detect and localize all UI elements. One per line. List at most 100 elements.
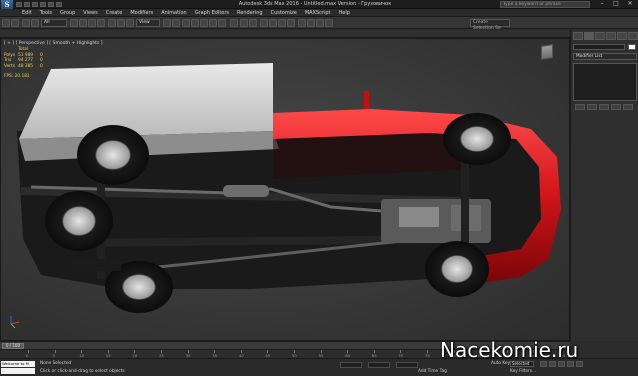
- utilities-tab-icon[interactable]: [628, 32, 638, 40]
- menu-item-tools[interactable]: Tools: [36, 9, 56, 17]
- redo-icon[interactable]: [48, 2, 54, 7]
- pivot-center-icon[interactable]: [163, 19, 171, 27]
- menu-item-customize[interactable]: Customize: [267, 9, 301, 17]
- redo-icon[interactable]: [11, 19, 19, 27]
- rotate-icon[interactable]: [117, 19, 125, 27]
- front-wheel-top: [443, 113, 511, 165]
- graphite-ribbon-icon[interactable]: [269, 19, 277, 27]
- snap-toggle-icon[interactable]: [191, 19, 199, 27]
- stats-extra: 0: [40, 63, 43, 69]
- show-end-result-icon[interactable]: [587, 104, 597, 110]
- hierarchy-tab-icon[interactable]: [595, 32, 605, 40]
- project-folder-icon[interactable]: [56, 2, 62, 7]
- modify-tab-icon[interactable]: [584, 32, 594, 40]
- named-selection-input[interactable]: Create Selection Se: [470, 19, 510, 31]
- pin-stack-icon[interactable]: [575, 104, 585, 110]
- object-color-swatch[interactable]: [628, 44, 636, 50]
- keyboard-shortcut-icon[interactable]: [182, 19, 190, 27]
- select-manipulate-icon[interactable]: [172, 19, 180, 27]
- stats-value: 48 385: [18, 63, 34, 69]
- menu-items: Edit Tools Group Views Create Modifiers Animat…: [18, 9, 354, 17]
- undo-icon[interactable]: [40, 2, 46, 7]
- configure-sets-icon[interactable]: [623, 104, 633, 110]
- schematic-view-icon[interactable]: [287, 19, 295, 27]
- main-toolbar: All View Create Selection Se: [0, 17, 638, 31]
- prompt-line: Click or click-and-drag to select object…: [40, 369, 125, 374]
- viewport-stats: Total Polys 51 989 0 Tris 94 277 0 Verts…: [4, 47, 43, 69]
- stats-key: Verts: [4, 63, 15, 69]
- front-wheel-bottom: [425, 241, 489, 297]
- percent-snap-icon[interactable]: [209, 19, 217, 27]
- z-coord-field[interactable]: [396, 362, 418, 368]
- unlink-icon[interactable]: [31, 19, 39, 27]
- open-file-icon[interactable]: [24, 2, 30, 7]
- render-setup-icon[interactable]: [307, 19, 315, 27]
- rendered-frame-icon[interactable]: [316, 19, 324, 27]
- cargo-box-top: [19, 63, 273, 139]
- new-file-icon[interactable]: [16, 2, 22, 7]
- link-icon[interactable]: [22, 19, 30, 27]
- mirror-arm: [364, 91, 369, 109]
- modifier-stack[interactable]: [573, 63, 637, 101]
- select-by-name-icon[interactable]: [79, 19, 87, 27]
- search-input[interactable]: Type a keyword or phrase: [500, 1, 590, 8]
- spinner-snap-icon[interactable]: [218, 19, 226, 27]
- menu-item-maxscript[interactable]: MAXScript: [301, 9, 335, 17]
- create-tab-icon[interactable]: [573, 32, 583, 40]
- app-logo-icon[interactable]: S: [1, 0, 13, 9]
- fps-label: FPS:: [4, 74, 14, 79]
- menu-item-rendering[interactable]: Rendering: [233, 9, 267, 17]
- mirror-icon[interactable]: [240, 19, 248, 27]
- viewport-label[interactable]: [ + ] [ Perspective ] [ Smooth + Highlig…: [4, 41, 102, 46]
- modifier-list-dropdown[interactable]: Modifier List: [573, 53, 637, 60]
- scale-icon[interactable]: [126, 19, 134, 27]
- layer-manager-icon[interactable]: [260, 19, 268, 27]
- make-unique-icon[interactable]: [599, 104, 609, 110]
- menu-item-graph-editors[interactable]: Graph Editors: [191, 9, 233, 17]
- add-time-tag[interactable]: Add Time Tag: [418, 369, 447, 374]
- x-coord-field[interactable]: [340, 362, 362, 368]
- render-production-icon[interactable]: [325, 19, 333, 27]
- maxscript-input[interactable]: Welcome to M: [1, 361, 35, 367]
- edit-named-selection-icon[interactable]: [230, 19, 238, 27]
- maximize-icon[interactable]: □: [610, 0, 622, 8]
- remove-modifier-icon[interactable]: [611, 104, 621, 110]
- watermark-text: Nacekomie.ru: [440, 338, 579, 362]
- maxscript-listener[interactable]: Welcome to M: [0, 361, 36, 375]
- ref-coord-dropdown[interactable]: View: [136, 19, 160, 27]
- viewcube-icon[interactable]: [541, 44, 553, 60]
- menu-item-group[interactable]: Group: [56, 9, 79, 17]
- truck-model: [10, 63, 561, 329]
- undo-icon[interactable]: [2, 19, 10, 27]
- material-editor-icon[interactable]: [298, 19, 306, 27]
- perspective-viewport[interactable]: [ + ] [ Perspective ] [ Smooth + Highlig…: [0, 38, 570, 341]
- rect-selection-icon[interactable]: [88, 19, 96, 27]
- window-crossing-icon[interactable]: [97, 19, 105, 27]
- y-coord-field[interactable]: [368, 362, 390, 368]
- fps-value: 20.181: [14, 74, 30, 79]
- minimize-icon[interactable]: –: [596, 0, 608, 8]
- spare-carrier: [71, 259, 121, 271]
- menu-item-animation[interactable]: Animation: [157, 9, 191, 17]
- menu-item-modifiers[interactable]: Modifiers: [126, 9, 157, 17]
- window-title: Autodesk 3ds Max 2016 - Untitled.max Ver…: [238, 1, 392, 7]
- display-tab-icon[interactable]: [617, 32, 627, 40]
- motion-tab-icon[interactable]: [606, 32, 616, 40]
- save-file-icon[interactable]: [32, 2, 38, 7]
- menu-item-help[interactable]: Help: [335, 9, 354, 17]
- object-name-field[interactable]: [573, 44, 625, 50]
- rear-wheel-left: [45, 191, 113, 251]
- select-object-icon[interactable]: [70, 19, 78, 27]
- move-icon[interactable]: [108, 19, 116, 27]
- close-icon[interactable]: ✕: [624, 0, 636, 8]
- menu-item-views[interactable]: Views: [79, 9, 101, 17]
- menu-item-edit[interactable]: Edit: [18, 9, 36, 17]
- key-filters-button[interactable]: Key Filters...: [510, 369, 536, 374]
- menu-item-create[interactable]: Create: [102, 9, 127, 17]
- stats-row: Verts 48 385 0: [4, 64, 43, 70]
- selection-filter-dropdown[interactable]: All: [41, 19, 67, 27]
- align-icon[interactable]: [249, 19, 257, 27]
- angle-snap-icon[interactable]: [200, 19, 208, 27]
- maxscript-output[interactable]: [1, 368, 35, 374]
- curve-editor-icon[interactable]: [278, 19, 286, 27]
